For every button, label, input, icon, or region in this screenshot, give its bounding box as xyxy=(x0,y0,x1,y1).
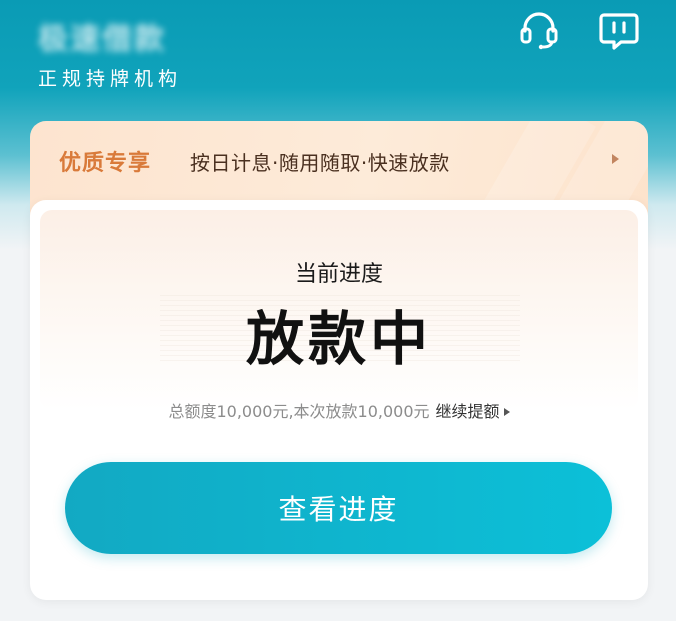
amount-line: 总额度10,000元,本次放款10,000元 继续提额 xyxy=(30,398,648,422)
headset-icon xyxy=(520,12,558,50)
view-progress-button[interactable]: 查看进度 xyxy=(65,462,612,554)
message-icon xyxy=(599,13,639,50)
amount-text: 总额度10,000元,本次放款10,000元 xyxy=(168,402,430,421)
customer-service-button[interactable] xyxy=(517,9,561,51)
message-button[interactable] xyxy=(597,9,641,51)
progress-status: 放款中 xyxy=(245,305,432,373)
promo-title: 优质专享 xyxy=(59,150,152,176)
app-subtitle: 正规持牌机构 xyxy=(38,68,183,90)
header: 极速借款 正规持牌机构 xyxy=(0,0,676,110)
progress-card: 当前进度 放款中 总额度10,000元,本次放款10,000元 继续提额 查看进度 xyxy=(30,200,648,600)
app-name: 极速借款 xyxy=(38,22,166,57)
progress-label: 当前进度 xyxy=(294,262,383,287)
chevron-right-icon xyxy=(612,154,619,164)
continue-raise-limit-link[interactable]: 继续提额 xyxy=(436,402,500,421)
promo-description: 按日计息·随用随取·快速放款 xyxy=(190,151,450,175)
chevron-right-icon xyxy=(503,408,510,416)
